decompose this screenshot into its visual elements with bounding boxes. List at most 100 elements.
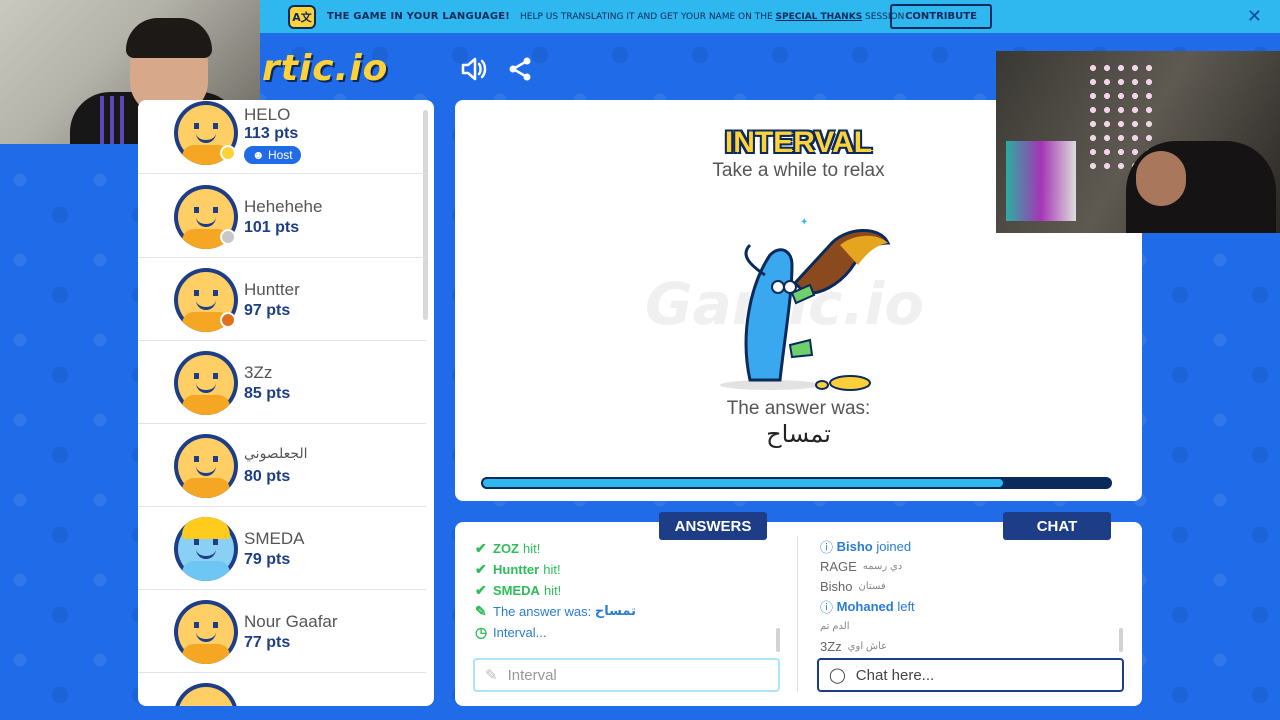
game-logo[interactable]: rtic.io: [262, 48, 388, 89]
webcam-overlay-right: [996, 51, 1280, 233]
chat-list[interactable]: ⓘ Bisho joined RAGE دي رسمه Bisho فستان ⓘ …: [820, 536, 1120, 656]
close-icon[interactable]: ✕: [1247, 6, 1262, 27]
player-points: 79 pts: [244, 551, 291, 568]
answer-label: The answer was:: [726, 398, 871, 419]
player-card[interactable]: [138, 673, 426, 706]
chat-scrollbar[interactable]: [1119, 628, 1123, 652]
translation-banner: A文 THE GAME IN YOUR LANGUAGE! HELP US TR…: [260, 0, 1280, 33]
chat-user: Bisho: [836, 538, 873, 554]
info-icon: ⓘ: [820, 539, 834, 555]
answer-reveal-word: تمساح: [594, 604, 636, 619]
answers-list[interactable]: ✔ ZOZ hit! ✔ Huntter hit! ✔ SMEDA hit! ✎ The an…: [475, 538, 785, 643]
check-icon: ✔: [475, 561, 487, 577]
banner-text: HELP US TRANSLATING IT AND GET YOUR NAME…: [520, 12, 904, 22]
answer-reveal-label: The answer was:: [493, 604, 592, 619]
chat-input[interactable]: ◯ Chat here...: [817, 658, 1124, 692]
hit-word: hit!: [523, 541, 541, 556]
banner-title: THE GAME IN YOUR LANGUAGE!: [327, 11, 511, 22]
banner-text-before: HELP US TRANSLATING IT AND GET YOUR NAME…: [520, 11, 773, 22]
chat-message-row: 3Zz عاش اوي: [820, 636, 1120, 656]
answer-hit-row: ✔ ZOZ hit!: [475, 538, 785, 559]
player-points: 80 pts: [244, 468, 291, 485]
avatar: [174, 600, 238, 664]
player-card[interactable]: الجعلصوني 80 pts: [138, 424, 426, 507]
player-list[interactable]: HELO 113 pts ☻ Host Hehehehe 101 pts Hun…: [138, 100, 434, 706]
chat-message-row: Bisho فستان: [820, 576, 1120, 596]
chat-message: دي رسمه: [862, 560, 903, 572]
chat-message-row: الدم تم: [820, 616, 1120, 636]
player-points: 77 pts: [244, 634, 291, 651]
answers-scrollbar[interactable]: [776, 628, 780, 652]
player-name: Nour Gaafar: [244, 612, 338, 631]
answers-chat-panel: ANSWERS CHAT ✔ ZOZ hit! ✔ Huntter hit! ✔ SMED…: [455, 512, 1142, 706]
translate-icon: A文: [288, 4, 316, 29]
chat-user: RAGE: [820, 558, 857, 574]
answer-reveal-row: ✎ The answer was: تمساح: [475, 601, 785, 622]
answer-hit-row: ✔ Huntter hit!: [475, 559, 785, 580]
player-name: الجعلصوني: [244, 446, 308, 462]
player-name: Huntter: [244, 280, 300, 299]
speaker-icon[interactable]: [460, 55, 488, 83]
answer-input[interactable]: ✎ Interval: [473, 658, 780, 692]
brush-character-icon: ✦: [720, 217, 891, 391]
avatar: [174, 434, 238, 498]
chat-event: left: [897, 598, 915, 614]
status-dot: [220, 312, 236, 328]
player-card[interactable]: Nour Gaafar 77 pts: [138, 590, 426, 673]
status-dot: [220, 229, 236, 245]
check-icon: ✔: [475, 540, 487, 556]
player-points: 97 pts: [244, 302, 291, 319]
chat-message: عاش اوي: [847, 640, 888, 652]
player-card[interactable]: HELO 113 pts ☻ Host: [138, 100, 426, 174]
player-name: HELO: [244, 105, 291, 124]
avatar: [174, 517, 238, 581]
player-card[interactable]: SMEDA 79 pts: [138, 507, 426, 590]
player-name: SMEDA: [244, 529, 305, 548]
contribute-button[interactable]: CONTRIBUTE: [890, 4, 992, 29]
special-thanks-link[interactable]: SPECIAL THANKS: [776, 12, 863, 22]
answer-hit-row: ✔ SMEDA hit!: [475, 580, 785, 601]
chat-info-row: ⓘ Bisho joined: [820, 536, 1120, 556]
status-dot: [220, 145, 236, 161]
hit-name: SMEDA: [493, 583, 540, 598]
check-icon: ✔: [475, 582, 487, 598]
avatar: [174, 683, 238, 706]
player-name: 3Zz: [244, 363, 273, 382]
svg-text:✦: ✦: [800, 217, 808, 228]
chat-event: joined: [876, 538, 912, 554]
answers-header: ANSWERS: [659, 512, 767, 540]
interval-row: ◷ Interval...: [475, 622, 785, 643]
player-card[interactable]: Hehehehe 101 pts: [138, 175, 426, 258]
avatar: [174, 351, 238, 415]
chat-user: Mohaned: [836, 598, 894, 614]
host-badge: ☻ Host: [244, 146, 301, 164]
chat-bubble-icon: ◯: [829, 667, 846, 684]
player-points: 113 pts: [244, 125, 299, 142]
hit-name: ZOZ: [493, 541, 519, 556]
interval-progress-bar: [481, 477, 1112, 489]
player-card[interactable]: Huntter 97 pts: [138, 258, 426, 341]
answer-input-placeholder: Interval: [507, 666, 557, 684]
chat-message-row: RAGE دي رسمه: [820, 556, 1120, 576]
pencil-icon: ✎: [475, 603, 487, 619]
hit-word: hit!: [543, 583, 562, 598]
player-points: 101 pts: [244, 219, 300, 236]
player-name: Hehehehe: [244, 197, 323, 216]
player-points: 85 pts: [244, 385, 291, 402]
player-card[interactable]: 3Zz 85 pts: [138, 341, 426, 424]
host-label: Host: [267, 148, 293, 162]
chat-user: 3Zz: [820, 638, 842, 654]
chat-input-placeholder: Chat here...: [855, 666, 935, 684]
answer-word: تمساح: [766, 420, 831, 448]
pencil-icon: ✎: [485, 667, 498, 684]
hit-word: hit!: [543, 562, 561, 577]
clock-icon: ◷: [475, 624, 488, 640]
share-icon[interactable]: [506, 55, 534, 83]
chat-info-row: ⓘ Mohaned left: [820, 596, 1120, 616]
hit-name: Huntter: [493, 562, 540, 577]
chat-message: فستان: [858, 580, 886, 592]
chat-message: الدم تم: [820, 620, 850, 632]
interval-text: Interval...: [493, 625, 547, 640]
chat-user: Bisho: [820, 578, 853, 594]
panel-divider: [797, 536, 798, 692]
